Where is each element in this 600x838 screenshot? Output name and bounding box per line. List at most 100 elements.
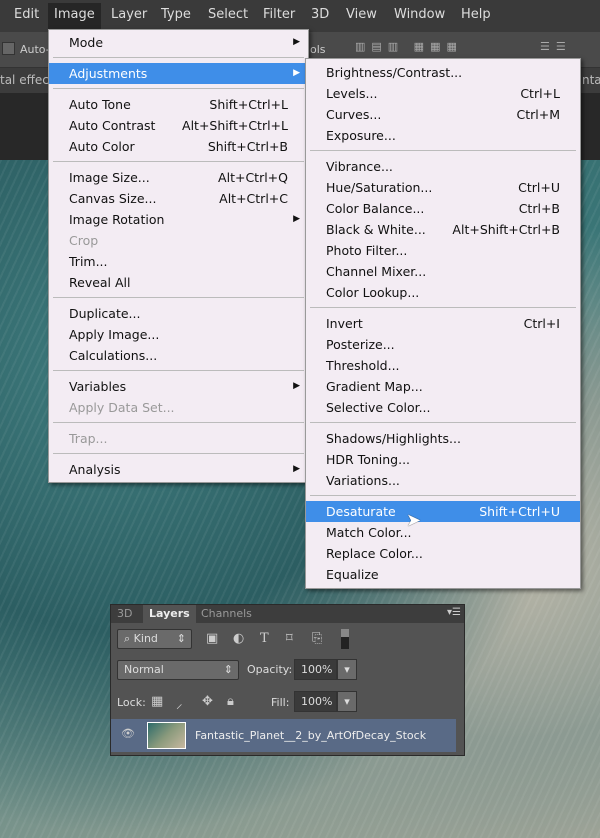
menu-item-hdr-toning[interactable]: HDR Toning... <box>306 449 580 470</box>
menu-item-color-lookup[interactable]: Color Lookup... <box>306 282 580 303</box>
search-icon: ⌕ <box>124 632 134 645</box>
menu-item-canvas-size[interactable]: Canvas Size... Alt+Ctrl+C <box>49 188 308 209</box>
type-filter-icon[interactable]: T <box>260 631 269 646</box>
menu-help[interactable]: Help <box>455 7 497 22</box>
filter-kind-value: Kind <box>133 632 158 645</box>
shortcut: Shift+Ctrl+L <box>209 97 288 112</box>
filter-kind-select[interactable]: ⌕ Kind ⇕ <box>117 629 192 649</box>
menu-item-auto-contrast[interactable]: Auto Contrast Alt+Shift+Ctrl+L <box>49 115 308 136</box>
menu-separator <box>49 157 308 167</box>
menu-item-label: HDR Toning... <box>326 452 411 467</box>
tab-layers[interactable]: Layers <box>143 605 196 623</box>
menu-item-apply-image[interactable]: Apply Image... <box>49 324 308 345</box>
menu-item-label: Reveal All <box>69 275 131 290</box>
menu-item-match-color[interactable]: Match Color... <box>306 522 580 543</box>
distribute-icons[interactable]: ☰☰ <box>540 40 572 53</box>
menu-item-variables[interactable]: Variables ▶ <box>49 376 308 397</box>
menu-item-threshold[interactable]: Threshold... <box>306 355 580 376</box>
menu-item-exposure[interactable]: Exposure... <box>306 125 580 146</box>
layer-name[interactable]: Fantastic_Planet__2_by_ArtOfDecay_Stock <box>195 729 426 742</box>
menu-layer[interactable]: Layer <box>105 7 153 22</box>
shortcut: Alt+Ctrl+Q <box>218 170 288 185</box>
shortcut: Alt+Shift+Ctrl+L <box>182 118 288 133</box>
menu-separator <box>306 303 580 313</box>
menu-item-image-size[interactable]: Image Size... Alt+Ctrl+Q <box>49 167 308 188</box>
layer-thumbnail[interactable] <box>147 722 186 749</box>
layers-panel: 3D Layers Channels ▾☰ ⌕ Kind ⇕ ▣ ◐ T ⌑ ⎘ … <box>110 604 465 756</box>
menu-item-mode[interactable]: Mode ▶ <box>49 32 308 53</box>
menu-separator <box>49 418 308 428</box>
menu-item-image-rotation[interactable]: Image Rotation ▶ <box>49 209 308 230</box>
opacity-input[interactable]: 100% <box>294 659 337 680</box>
menu-separator <box>49 449 308 459</box>
menu-select[interactable]: Select <box>202 7 254 22</box>
shape-filter-icon[interactable]: ⌑ <box>286 631 293 646</box>
adjustment-filter-icon[interactable]: ◐ <box>233 631 244 646</box>
menu-filter[interactable]: Filter <box>257 7 301 22</box>
menu-item-black-white[interactable]: Black & White... Alt+Shift+Ctrl+B <box>306 219 580 240</box>
menu-item-variations[interactable]: Variations... <box>306 470 580 491</box>
menu-item-photo-filter[interactable]: Photo Filter... <box>306 240 580 261</box>
menu-item-equalize[interactable]: Equalize <box>306 564 580 585</box>
pixel-filter-icon[interactable]: ▣ <box>206 631 218 646</box>
menu-item-hue-saturation[interactable]: Hue/Saturation... Ctrl+U <box>306 177 580 198</box>
layer-row[interactable]: 👁︎ Fantastic_Planet__2_by_ArtOfDecay_Sto… <box>111 719 456 752</box>
menu-item-desaturate[interactable]: Desaturate Shift+Ctrl+U <box>306 501 580 522</box>
menu-item-duplicate[interactable]: Duplicate... <box>49 303 308 324</box>
opacity-dropdown[interactable]: ▾ <box>337 659 357 680</box>
menu-item-reveal-all[interactable]: Reveal All <box>49 272 308 293</box>
menu-item-vibrance[interactable]: Vibrance... <box>306 156 580 177</box>
menu-item-invert[interactable]: Invert Ctrl+I <box>306 313 580 334</box>
filter-toggle[interactable] <box>341 629 349 649</box>
menu-item-gradient-map[interactable]: Gradient Map... <box>306 376 580 397</box>
menu-item-levels[interactable]: Levels... Ctrl+L <box>306 83 580 104</box>
fill-dropdown[interactable]: ▾ <box>337 691 357 712</box>
visibility-eye-icon[interactable]: 👁︎ <box>121 727 135 740</box>
menu-item-label: Match Color... <box>326 525 412 540</box>
menu-item-analysis[interactable]: Analysis ▶ <box>49 459 308 480</box>
lock-transparency-icon[interactable]: ▦ <box>151 694 163 709</box>
menu-item-label: Auto Contrast <box>69 118 156 133</box>
tab-3d[interactable]: 3D <box>111 605 138 623</box>
menu-item-shadows-highlights[interactable]: Shadows/Highlights... <box>306 428 580 449</box>
menu-window[interactable]: Window <box>388 7 451 22</box>
align-icons[interactable]: ▥▤▥ ▦▦▦ <box>355 40 463 53</box>
menu-item-label: Auto Tone <box>69 97 131 112</box>
menu-item-label: Black & White... <box>326 222 426 237</box>
menu-item-adjustments[interactable]: Adjustments ▶ <box>49 63 308 84</box>
fill-input[interactable]: 100% <box>294 691 337 712</box>
document-tab[interactable]: tal effect <box>0 73 54 87</box>
menu-item-auto-color[interactable]: Auto Color Shift+Ctrl+B <box>49 136 308 157</box>
menu-edit[interactable]: Edit <box>8 7 45 22</box>
panel-menu-icon[interactable]: ▾☰ <box>447 607 461 618</box>
lock-position-move-icon[interactable]: ✥ <box>202 694 213 709</box>
menu-item-trim[interactable]: Trim... <box>49 251 308 272</box>
menu-item-label: Mode <box>69 35 104 50</box>
menu-item-posterize[interactable]: Posterize... <box>306 334 580 355</box>
document-tab-2[interactable]: nta <box>582 73 600 87</box>
blend-mode-select[interactable]: Normal ⇕ <box>117 660 239 680</box>
menu-item-color-balance[interactable]: Color Balance... Ctrl+B <box>306 198 580 219</box>
smart-object-filter-icon[interactable]: ⎘ <box>312 631 322 646</box>
menu-item-replace-color[interactable]: Replace Color... <box>306 543 580 564</box>
opacity-label: Opacity: <box>247 663 293 676</box>
menu-view[interactable]: View <box>340 7 383 22</box>
menu-separator <box>306 418 580 428</box>
lock-pixels-brush-icon[interactable]: ⸝ <box>176 694 183 712</box>
menu-item-trap: Trap... <box>49 428 308 449</box>
menu-type[interactable]: Type <box>155 7 197 22</box>
menu-3d[interactable]: 3D <box>305 7 335 22</box>
auto-select-checkbox[interactable] <box>2 42 15 55</box>
menu-item-auto-tone[interactable]: Auto Tone Shift+Ctrl+L <box>49 94 308 115</box>
menu-item-label: Auto Color <box>69 139 135 154</box>
menu-item-calculations[interactable]: Calculations... <box>49 345 308 366</box>
menu-item-selective-color[interactable]: Selective Color... <box>306 397 580 418</box>
menu-image[interactable]: Image <box>48 3 101 29</box>
menu-item-brightness-contrast[interactable]: Brightness/Contrast... <box>306 62 580 83</box>
tab-channels[interactable]: Channels <box>195 605 258 623</box>
adjustments-submenu: Brightness/Contrast... Levels... Ctrl+L Cur… <box>305 58 581 589</box>
menu-item-curves[interactable]: Curves... Ctrl+M <box>306 104 580 125</box>
shortcut: Ctrl+L <box>520 86 560 101</box>
menu-item-channel-mixer[interactable]: Channel Mixer... <box>306 261 580 282</box>
lock-all-icon[interactable]: 🔒︎ <box>227 694 234 709</box>
